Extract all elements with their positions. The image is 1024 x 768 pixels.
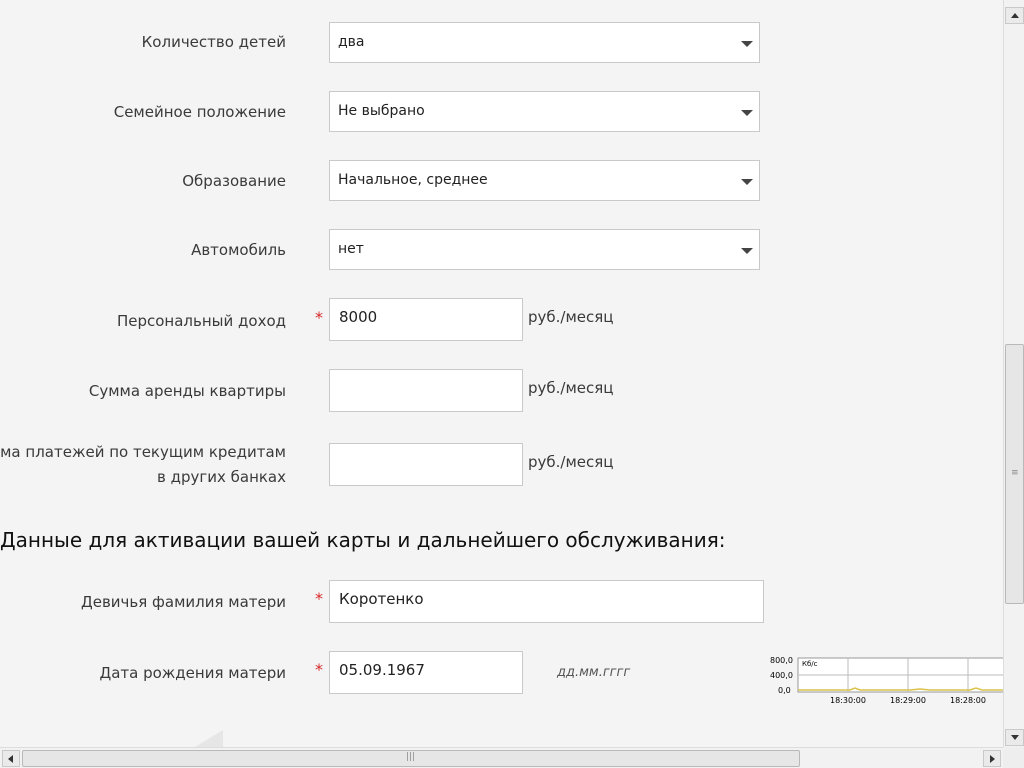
rent-label: Сумма аренды квартиры bbox=[88, 382, 286, 400]
car-select[interactable]: нет bbox=[329, 229, 760, 270]
maiden-name-input[interactable]: Коротенко bbox=[329, 580, 764, 623]
scroll-up-button[interactable] bbox=[1005, 7, 1024, 24]
income-input[interactable]: 8000 bbox=[329, 298, 523, 341]
vertical-scrollbar[interactable]: ≡ bbox=[1003, 0, 1024, 747]
y-tick-label: 0,0 bbox=[778, 686, 791, 695]
y-tick-label: 800,0 bbox=[770, 656, 793, 665]
children-count-select[interactable]: два bbox=[329, 22, 760, 63]
credits-label-line2: в других банках bbox=[156, 468, 286, 486]
x-tick-label: 18:29:00 bbox=[890, 696, 926, 705]
education-value: Начальное, среднее bbox=[338, 172, 488, 188]
education-select[interactable]: Начальное, среднее bbox=[329, 160, 760, 201]
required-marker: * bbox=[315, 308, 323, 327]
graph-unit-label: Кб/с bbox=[802, 660, 818, 668]
marital-status-label: Семейное положение bbox=[113, 103, 286, 121]
income-unit: руб./месяц bbox=[528, 308, 614, 326]
date-format-hint: дд.мм.гггг bbox=[557, 665, 631, 680]
arrow-left-icon bbox=[8, 755, 13, 763]
credits-input[interactable] bbox=[329, 443, 523, 486]
dropdown-arrow-icon[interactable] bbox=[741, 41, 753, 47]
decorative-shape bbox=[195, 730, 223, 747]
maiden-name-value: Коротенко bbox=[339, 590, 424, 608]
horizontal-scrollbar[interactable]: ||| bbox=[0, 747, 1003, 768]
children-count-value: два bbox=[338, 34, 365, 50]
form-page: Количество детей два Семейное положение … bbox=[0, 0, 1003, 747]
dropdown-arrow-icon[interactable] bbox=[741, 179, 753, 185]
maiden-name-label: Девичья фамилия матери bbox=[81, 593, 286, 611]
marital-status-value: Не выбрано bbox=[338, 103, 425, 119]
x-tick-label: 18:28:00 bbox=[950, 696, 986, 705]
car-value: нет bbox=[338, 241, 364, 257]
scroll-down-button[interactable] bbox=[1005, 729, 1024, 746]
section-title: Данные для активации вашей карты и дальн… bbox=[0, 528, 726, 552]
x-tick-label: 18:30:00 bbox=[830, 696, 866, 705]
required-marker: * bbox=[315, 589, 323, 608]
credits-unit: руб./месяц bbox=[528, 453, 614, 471]
grip-icon: ||| bbox=[406, 752, 416, 762]
income-value: 8000 bbox=[339, 308, 378, 326]
y-tick-label: 400,0 bbox=[770, 671, 793, 680]
income-label: Персональный доход bbox=[116, 312, 286, 330]
car-label: Автомобиль bbox=[191, 241, 286, 259]
network-traffic-graph: 800,0 400,0 0,0 Кб/с 18:30:00 18:29:00 1… bbox=[760, 652, 1024, 712]
marital-status-select[interactable]: Не выбрано bbox=[329, 91, 760, 132]
mother-dob-value: 05.09.1967 bbox=[339, 661, 425, 679]
vertical-scroll-thumb[interactable]: ≡ bbox=[1005, 344, 1024, 604]
dropdown-arrow-icon[interactable] bbox=[741, 248, 753, 254]
required-marker: * bbox=[315, 660, 323, 679]
rent-unit: руб./месяц bbox=[528, 379, 614, 397]
credits-label-line1: Сумма платежей по текущим кредитам bbox=[0, 443, 286, 461]
dropdown-arrow-icon[interactable] bbox=[741, 110, 753, 116]
arrow-right-icon bbox=[990, 755, 995, 763]
education-label: Образование bbox=[182, 172, 286, 190]
arrow-up-icon bbox=[1011, 13, 1019, 18]
grip-icon: ≡ bbox=[1011, 468, 1019, 478]
mother-dob-input[interactable]: 05.09.1967 bbox=[329, 651, 523, 694]
scrollbar-corner bbox=[1003, 747, 1024, 768]
mother-dob-label: Дата рождения матери bbox=[99, 664, 286, 682]
scroll-right-button[interactable] bbox=[983, 750, 1001, 767]
arrow-down-icon bbox=[1011, 735, 1019, 740]
children-count-label: Количество детей bbox=[141, 33, 286, 51]
rent-input[interactable] bbox=[329, 369, 523, 412]
network-graph-svg: 800,0 400,0 0,0 Кб/с 18:30:00 18:29:00 1… bbox=[770, 656, 1024, 705]
scroll-left-button[interactable] bbox=[2, 750, 20, 767]
horizontal-scroll-thumb[interactable]: ||| bbox=[22, 750, 800, 767]
